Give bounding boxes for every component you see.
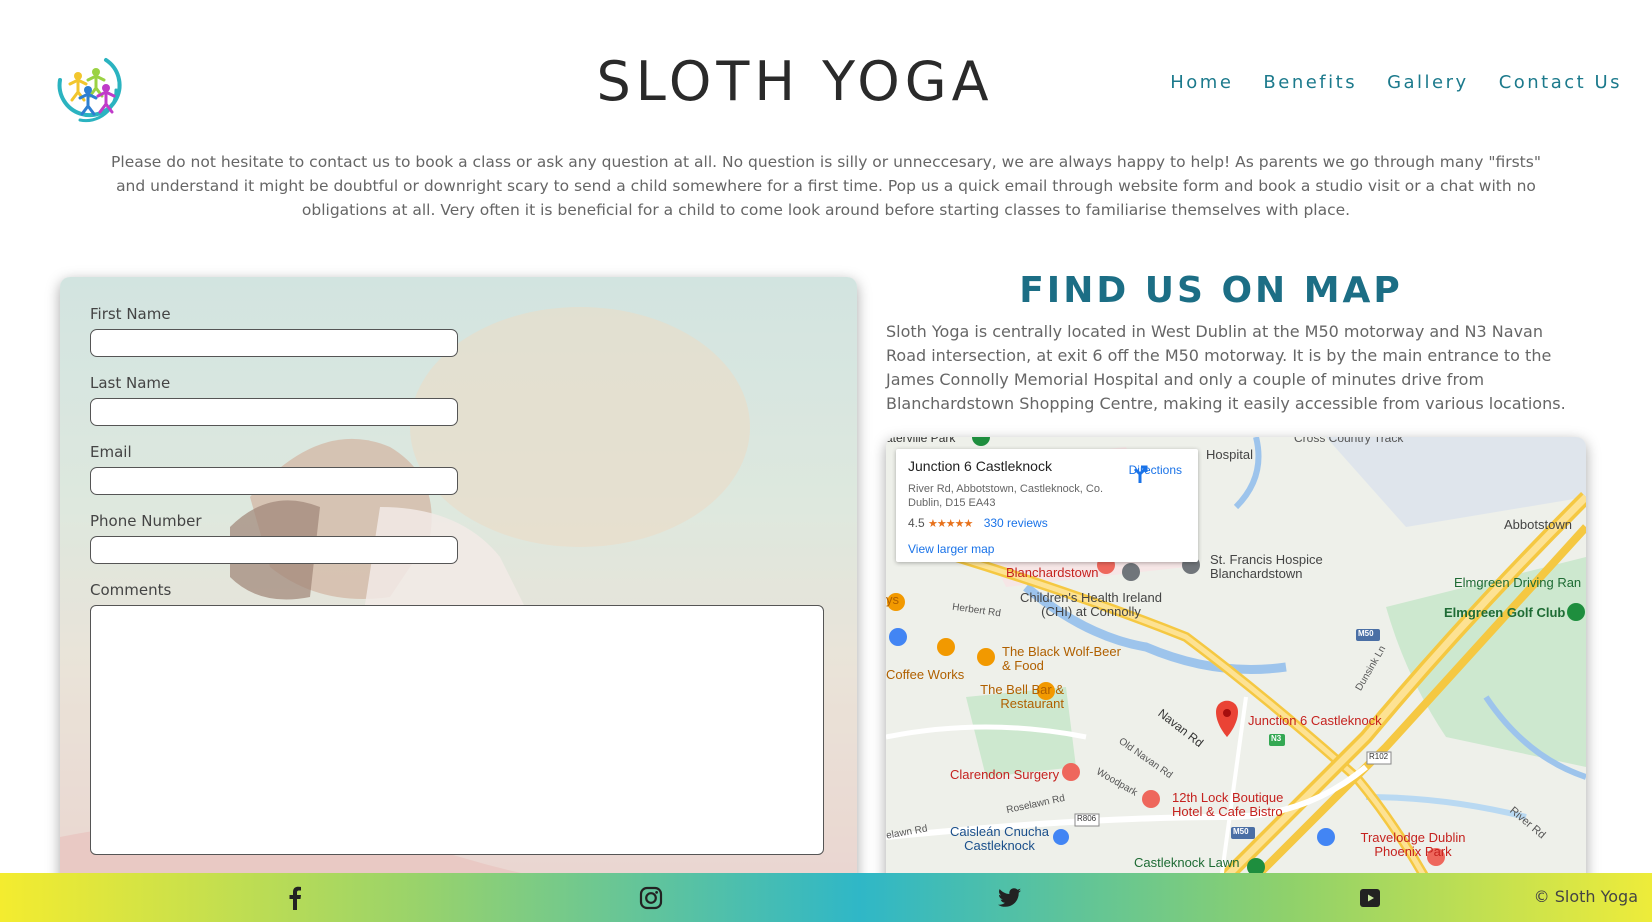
place-address: River Rd, Abbotstown, Castleknock, Co. D… xyxy=(908,483,1104,509)
email-label: Email xyxy=(90,443,132,461)
nav-gallery[interactable]: Gallery xyxy=(1387,72,1469,93)
star-rating-icon: ★★★★★ xyxy=(928,518,973,530)
map-label-bell-bar: The Bell Bar & Restaurant xyxy=(980,682,1064,711)
footer: © Sloth Yoga xyxy=(0,873,1652,922)
place-rating-row: 4.5 ★★★★★ 330 reviews xyxy=(908,516,1186,530)
embedded-map[interactable]: aterville Park Hospital Cross Country Tr… xyxy=(886,437,1586,917)
map-label-m50-south: M50 xyxy=(1233,827,1249,836)
map-label-ys: ys xyxy=(886,592,899,607)
phone-number-label: Phone Number xyxy=(90,512,202,530)
map-heading: FIND US ON MAP xyxy=(1019,270,1403,311)
map-label-r806: R806 xyxy=(1077,814,1097,823)
comments-label: Comments xyxy=(90,581,172,599)
view-larger-map-link[interactable]: View larger map xyxy=(908,542,1186,556)
map-label-hospital: Hospital xyxy=(1206,447,1253,462)
map-description: Sloth Yoga is centrally located in West … xyxy=(886,322,1566,413)
map-label-elmgreen-golf: Elmgreen Golf Club xyxy=(1444,605,1566,620)
comments-textarea[interactable] xyxy=(90,605,824,855)
last-name-label: Last Name xyxy=(90,374,171,392)
map-label-junction: Junction 6 Castleknock xyxy=(1248,713,1382,728)
map-label-castleknock-lawn: Castleknock Lawn xyxy=(1134,855,1240,870)
map-label-black-wolf: The Black Wolf-Beer & Food xyxy=(1002,644,1121,673)
map-label-blanchardstown: Blanchardstown xyxy=(1006,565,1099,580)
youtube-icon[interactable] xyxy=(1358,886,1382,910)
nav-home[interactable]: Home xyxy=(1170,72,1233,93)
facebook-icon[interactable] xyxy=(283,886,307,910)
map-label-12th-lock: 12th Lock Boutique Hotel & Cafe Bistro xyxy=(1172,790,1284,819)
map-label-travelodge: Travelodge Dublin Phoenix Park xyxy=(1360,830,1466,859)
map-label-n3: N3 xyxy=(1271,734,1282,743)
map-label-abbotstown: Abbotstown xyxy=(1504,517,1572,532)
map-label-park: aterville Park xyxy=(886,437,956,445)
contact-form-panel: First Name Last Name Email Phone Number … xyxy=(60,277,857,922)
map-label-caislean: Caisleán Cnucha Castleknock xyxy=(949,824,1049,853)
twitter-icon[interactable] xyxy=(998,886,1022,910)
main-nav: Home Benefits Gallery Contact Us xyxy=(1170,72,1622,93)
first-name-label: First Name xyxy=(90,305,171,323)
directions-button[interactable]: Directions xyxy=(1129,463,1182,483)
last-name-input[interactable] xyxy=(90,398,458,426)
map-label-coffee-works: Coffee Works xyxy=(886,667,965,682)
reviews-link[interactable]: 330 reviews xyxy=(984,516,1048,530)
email-input[interactable] xyxy=(90,467,458,495)
map-info-card: Junction 6 Castleknock River Rd, Abbotst… xyxy=(896,449,1198,562)
nav-benefits[interactable]: Benefits xyxy=(1263,72,1357,93)
map-label-m50-north: M50 xyxy=(1358,629,1374,638)
map-label-elmgreen-range: Elmgreen Driving Ran xyxy=(1454,575,1582,590)
nav-contact-us[interactable]: Contact Us xyxy=(1499,72,1622,93)
copyright-text: © Sloth Yoga xyxy=(1533,887,1638,906)
map-label-r102: R102 xyxy=(1369,752,1389,761)
phone-number-input[interactable] xyxy=(90,536,458,564)
intro-text: Please do not hesitate to contact us to … xyxy=(111,153,1541,219)
map-label-st-francis: St. Francis Hospice Blanchardstown xyxy=(1210,552,1323,581)
instagram-icon[interactable] xyxy=(639,886,663,910)
first-name-input[interactable] xyxy=(90,329,458,357)
map-label-cross-country: Cross Country Track xyxy=(1294,437,1404,445)
map-label-childrens-health: Children's Health Ireland (CHI) at Conno… xyxy=(1020,590,1162,619)
directions-icon xyxy=(1133,465,1148,483)
map-label-clarendon: Clarendon Surgery xyxy=(950,767,1060,782)
place-rating: 4.5 xyxy=(908,516,925,530)
